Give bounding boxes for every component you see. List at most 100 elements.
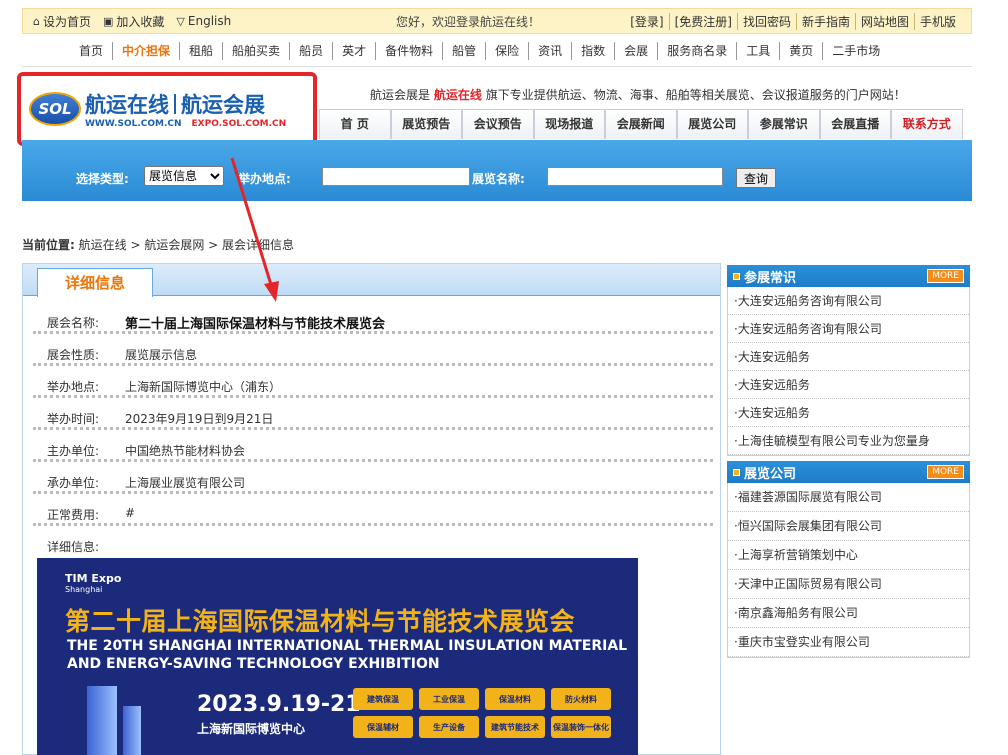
bullet-icon (733, 468, 740, 476)
recover-password-link[interactable]: 找回密码 (736, 12, 796, 30)
detail-row: 举办地点: 上海新国际博览中心（浦东） (33, 366, 713, 398)
banner-title-en-1: THE 20TH SHANGHAI INTERNATIONAL THERMAL … (67, 638, 628, 654)
banner-tag: 保温辅材 (353, 716, 413, 738)
nav-item[interactable]: 服务商名录 (657, 42, 736, 60)
sol-logo-icon: SOL (29, 92, 81, 126)
nav-item[interactable]: 英才 (332, 42, 375, 60)
detail-tab-row: 详细信息 (23, 264, 720, 297)
banner-title-zh: 第二十届上海国际保温材料与节能技术展览会 (65, 607, 576, 636)
list-item[interactable]: ·大连安远船务 (728, 371, 969, 399)
guide-link[interactable]: 新手指南 (795, 12, 855, 30)
nav-item[interactable]: 备件物料 (375, 42, 442, 60)
chevron-down-icon: ▽ (176, 14, 185, 28)
list-item[interactable]: ·福建荟源国际展览有限公司 (728, 483, 969, 512)
banner-tag: 生产设备 (419, 716, 479, 738)
list-item[interactable]: ·重庆市宝登实业有限公司 (728, 628, 969, 657)
nav-item[interactable]: 会展 (614, 42, 657, 60)
nav-item[interactable]: 黄页 (779, 42, 822, 60)
building-graphic (87, 686, 117, 755)
add-favorite-link[interactable]: ▣ 加入收藏 (103, 13, 164, 30)
subnav-exhibit-tips[interactable]: 参展常识 (748, 109, 820, 139)
login-link[interactable]: [登录] (625, 13, 668, 30)
list-item[interactable]: ·恒兴国际会展集团有限公司 (728, 512, 969, 541)
banner-tag: 工业保温 (419, 688, 479, 710)
list-item[interactable]: ·上海佳毓模型有限公司专业为您量身 (728, 427, 969, 455)
side-list: ·福建荟源国际展览有限公司 ·恒兴国际会展集团有限公司 ·上海享祈营销策划中心 … (727, 483, 970, 658)
subnav-exhibition-preview[interactable]: 展览预告 (390, 109, 462, 139)
top-bar-left: ⌂ 设为首页 ▣ 加入收藏 ▽ English (23, 13, 283, 30)
subnav-contact[interactable]: 联系方式 (891, 109, 963, 139)
list-item[interactable]: ·上海享祈营销策划中心 (728, 541, 969, 570)
nav-item[interactable]: 二手市场 (822, 42, 889, 60)
nav-divider (22, 66, 972, 67)
detail-row: 展会名称: 第二十届上海国际保温材料与节能技术展览会 (33, 302, 713, 334)
bullet-icon (733, 272, 740, 280)
nav-item[interactable]: 工具 (736, 42, 779, 60)
tim-expo-logo: TIM Expo Shanghai (65, 572, 122, 594)
sitemap-link[interactable]: 网站地图 (854, 12, 914, 30)
logo-url-2: EXPO.SOL.COM.CN (191, 119, 287, 129)
nav-item[interactable]: 资讯 (528, 42, 571, 60)
nav-item-active[interactable]: 中介担保 (112, 42, 179, 60)
subnav-conference-preview[interactable]: 会议预告 (462, 109, 534, 139)
breadcrumb-path[interactable]: 航运在线 > 航运会展网 > 展会详细信息 (79, 238, 294, 252)
search-bar: 选择类型: 展览信息 举办地点: 展览名称: 查询 (22, 140, 972, 201)
banner-title-en-2: AND ENERGY-SAVING TECHNOLOGY EXHIBITION (67, 656, 440, 672)
subnav-exhibition-company[interactable]: 展览公司 (676, 109, 748, 139)
place-input[interactable] (322, 167, 470, 186)
nav-item[interactable]: 船舶买卖 (222, 42, 289, 60)
top-links: [登录] [免费注册] 找回密码 新手指南 网站地图 手机版 (625, 12, 971, 30)
more-button[interactable]: MORE (927, 465, 964, 479)
subnav-expo-news[interactable]: 会展新闻 (605, 109, 677, 139)
nav-item[interactable]: 首页 (70, 42, 112, 60)
subnav-live-report[interactable]: 现场报道 (533, 109, 605, 139)
nav-item[interactable]: 指数 (571, 42, 614, 60)
side-panel-header: 展览公司 MORE (727, 461, 970, 483)
breadcrumb: 当前位置: 航运在线 > 航运会展网 > 展会详细信息 (22, 238, 295, 252)
exhibition-name-value: 第二十届上海国际保温材料与节能技术展览会 (125, 317, 386, 332)
logo-url-1: WWW.SOL.COM.CN (85, 119, 182, 129)
nav-item[interactable]: 船管 (442, 42, 485, 60)
logo-name-2: 航运会展 (181, 93, 265, 117)
list-item[interactable]: ·南京鑫海船务有限公司 (728, 599, 969, 628)
set-home-link[interactable]: ⌂ 设为首页 (33, 13, 91, 30)
place-label: 举办地点: (238, 172, 291, 186)
query-button[interactable]: 查询 (736, 168, 776, 188)
logo-name-1: 航运在线 (85, 93, 169, 117)
list-item[interactable]: ·大连安远船务咨询有限公司 (728, 287, 969, 315)
side-panel-tips: 参展常识 MORE ·大连安远船务咨询有限公司 ·大连安远船务咨询有限公司 ·大… (727, 265, 970, 456)
side-panel-companies: 展览公司 MORE ·福建荟源国际展览有限公司 ·恒兴国际会展集团有限公司 ·上… (727, 461, 970, 658)
register-link[interactable]: [免费注册] (668, 12, 737, 30)
banner-venue: 上海新国际博览中心 (197, 722, 306, 736)
banner-date: 2023.9.19-21 (197, 692, 361, 717)
building-graphic (123, 706, 141, 755)
banner-tags: 建筑保温 工业保温 保温材料 防火材料 保温辅材 生产设备 建筑节能技术 保温装… (353, 688, 618, 738)
detail-row: 详细信息: (47, 540, 100, 554)
english-link[interactable]: ▽ English (176, 13, 231, 30)
main-nav: 首页 中介担保 租船 船舶买卖 船员 英才 备件物料 船管 保险 资讯 指数 会… (70, 42, 930, 60)
expo-sub-nav: 首 页 展览预告 会议预告 现场报道 会展新闻 展览公司 参展常识 会展直播 联… (319, 109, 963, 139)
subnav-live-stream[interactable]: 会展直播 (819, 109, 891, 139)
banner-tag: 建筑保温 (353, 688, 413, 710)
name-label: 展览名称: (472, 172, 525, 186)
nav-item[interactable]: 船员 (289, 42, 332, 60)
site-logo[interactable]: SOL 航运在线 航运会展 WWW.SOL.COM.CN EXPO.SOL.COM.… (17, 72, 317, 146)
detail-row: 承办单位: 上海展业展览有限公司 (33, 462, 713, 494)
mobile-link[interactable]: 手机版 (913, 12, 961, 30)
nav-item[interactable]: 租船 (179, 42, 222, 60)
list-item[interactable]: ·大连安远船务 (728, 399, 969, 427)
list-item[interactable]: ·天津中正国际贸易有限公司 (728, 570, 969, 599)
exhibition-name-input[interactable] (547, 167, 723, 186)
more-button[interactable]: MORE (927, 269, 964, 283)
logo-text: 航运在线 航运会展 WWW.SOL.COM.CN EXPO.SOL.COM.CN (85, 89, 286, 129)
banner-tag: 防火材料 (551, 688, 611, 710)
subnav-home[interactable]: 首 页 (319, 109, 391, 139)
side-list: ·大连安远船务咨询有限公司 ·大连安远船务咨询有限公司 ·大连安远船务 ·大连安… (727, 287, 970, 456)
list-item[interactable]: ·大连安远船务 (728, 343, 969, 371)
type-select[interactable]: 展览信息 (144, 166, 224, 186)
list-item[interactable]: ·大连安远船务咨询有限公司 (728, 315, 969, 343)
detail-tab[interactable]: 详细信息 (37, 268, 153, 297)
exhibition-banner: TIM Expo Shanghai 第二十届上海国际保温材料与节能技术展览会 TH… (37, 558, 638, 755)
nav-item[interactable]: 保险 (485, 42, 528, 60)
side-panel-header: 参展常识 MORE (727, 265, 970, 287)
